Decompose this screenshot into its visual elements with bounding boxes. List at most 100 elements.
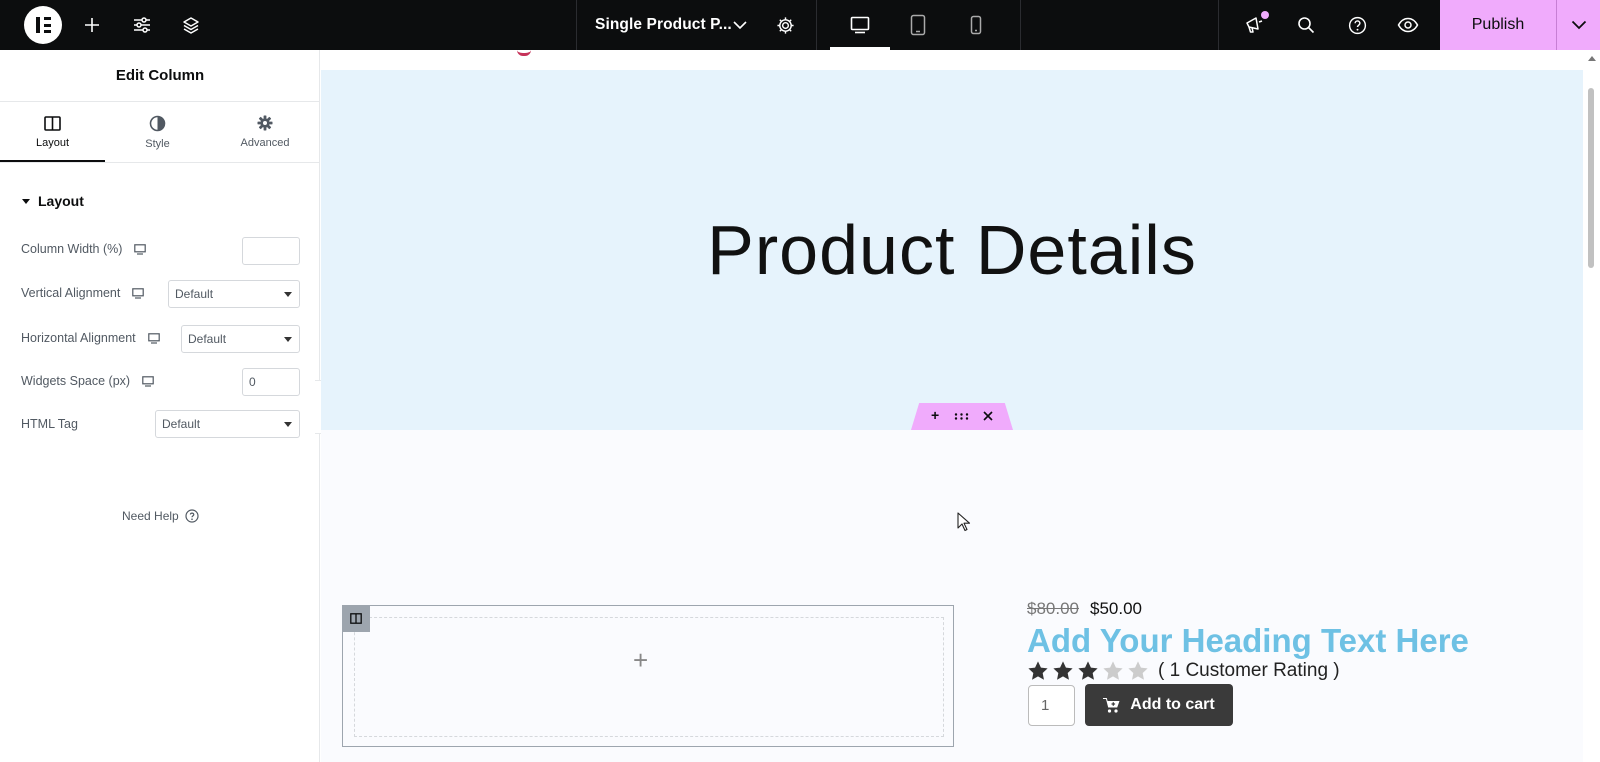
section-layout-toggle[interactable]: Layout — [22, 193, 84, 209]
chevron-down-icon — [1571, 20, 1586, 30]
help-button[interactable] — [1345, 0, 1369, 50]
search-icon — [1298, 17, 1315, 34]
finder-button[interactable] — [1294, 0, 1318, 50]
tablet-view-button[interactable] — [906, 0, 930, 50]
editor-panel: Edit Column Layout Style Advanced Layout… — [0, 50, 320, 762]
page-title[interactable]: Product Details — [321, 210, 1583, 290]
desktop-icon[interactable] — [142, 375, 154, 387]
tab-style[interactable]: Style — [105, 102, 210, 162]
desktop-icon[interactable] — [134, 243, 147, 255]
star-empty-icon — [1103, 661, 1123, 680]
column-handle[interactable] — [342, 605, 370, 632]
html-tag-label: HTML Tag — [21, 417, 78, 431]
preview-canvas[interactable]: Product Details + + $80.00 $50.00 Add Yo… — [321, 50, 1583, 762]
need-help-link[interactable]: Need Help — [122, 509, 199, 523]
add-to-cart-label: Add to cart — [1130, 696, 1215, 713]
tablet-icon — [910, 14, 926, 36]
mobile-view-button[interactable] — [965, 0, 987, 50]
document-title[interactable]: Single Product P... — [595, 0, 732, 50]
divider — [1020, 0, 1021, 50]
columns-icon — [44, 115, 61, 131]
top-bar: Single Product P... Publish — [0, 0, 1600, 50]
column-width-input[interactable] — [242, 237, 300, 265]
widgets-space-label: Widgets Space (px) — [21, 374, 154, 388]
tab-label: Layout — [35, 136, 70, 149]
help-circle-icon — [1348, 16, 1366, 34]
need-help-label: Need Help — [122, 509, 179, 523]
panel-title: Edit Column — [0, 50, 320, 102]
star-rating: ( 1 Customer Rating ) — [1027, 660, 1340, 682]
megaphone-icon — [1246, 17, 1263, 33]
desktop-view-button[interactable] — [847, 0, 873, 50]
widgets-space-input[interactable]: 0 — [242, 368, 300, 396]
star-filled-icon — [1028, 661, 1048, 680]
scroll-up-arrow-icon[interactable] — [1588, 56, 1596, 61]
close-icon[interactable] — [983, 411, 993, 421]
mouse-cursor-icon — [957, 512, 971, 532]
add-section-icon[interactable]: + — [931, 407, 939, 423]
add-widget-icon[interactable]: + — [633, 645, 648, 676]
add-to-cart-button[interactable]: Add to cart — [1085, 684, 1233, 726]
control-label: Vertical Alignment — [21, 286, 121, 300]
html-tag-select[interactable]: Default — [155, 410, 300, 438]
desktop-icon[interactable] — [147, 332, 160, 344]
page-settings-button[interactable] — [773, 0, 797, 50]
product-heading[interactable]: Add Your Heading Text Here — [1027, 622, 1469, 660]
gear-icon — [776, 16, 794, 34]
preview-button[interactable] — [1395, 0, 1421, 50]
add-element-button[interactable] — [80, 0, 104, 50]
regular-price: $80.00 — [1027, 599, 1079, 618]
rating-count[interactable]: ( 1 Customer Rating ) — [1158, 660, 1340, 682]
document-dropdown-button[interactable] — [730, 0, 750, 50]
notification-dot — [1261, 11, 1269, 19]
control-label: Horizontal Alignment — [21, 331, 136, 345]
control-label: HTML Tag — [21, 417, 78, 431]
gear-icon — [257, 115, 273, 131]
chevron-down-icon — [733, 20, 747, 29]
empty-widget-dropzone[interactable] — [354, 617, 944, 737]
select-value: Default — [188, 332, 227, 346]
tab-label: Advanced — [240, 137, 290, 149]
site-settings-button[interactable] — [129, 0, 155, 50]
control-label: Widgets Space (px) — [21, 374, 131, 388]
caret-down-icon — [284, 337, 292, 342]
half-circle-icon — [149, 115, 166, 131]
tab-label: Style — [145, 137, 170, 150]
caret-down-icon — [284, 292, 292, 297]
sale-price: $50.00 — [1090, 599, 1142, 618]
scrollbar-thumb[interactable] — [1588, 88, 1594, 268]
select-value: Default — [175, 287, 214, 301]
divider — [816, 0, 817, 50]
columns-icon — [350, 613, 362, 624]
drag-handle-icon[interactable] — [954, 413, 969, 420]
star-filled-icon — [1053, 661, 1073, 680]
section-handle[interactable]: + — [911, 403, 1013, 430]
desktop-icon — [850, 16, 870, 34]
whats-new-button[interactable] — [1241, 0, 1267, 50]
plus-icon — [85, 18, 99, 32]
canvas-scrollbar[interactable] — [1583, 50, 1600, 762]
hero-section[interactable]: Product Details — [321, 70, 1583, 430]
control-label: Column Width (%) — [21, 242, 123, 256]
vertical-alignment-select[interactable]: Default — [168, 280, 300, 308]
horizontal-alignment-select[interactable]: Default — [181, 325, 300, 353]
tab-advanced[interactable]: Advanced — [210, 102, 320, 162]
quantity-input[interactable]: 1 — [1028, 685, 1075, 726]
structure-button[interactable] — [178, 0, 204, 50]
elementor-logo-icon[interactable] — [24, 6, 62, 44]
select-value: Default — [162, 417, 201, 431]
publish-button[interactable]: Publish — [1440, 0, 1556, 50]
divider — [1218, 0, 1219, 50]
divider — [0, 162, 320, 163]
horizontal-alignment-label: Horizontal Alignment — [21, 331, 160, 345]
cart-icon — [1103, 697, 1120, 713]
page-header-strip — [321, 50, 1583, 70]
publish-options-button[interactable] — [1557, 0, 1600, 50]
column-width-label: Column Width (%) — [21, 242, 147, 256]
tab-layout[interactable]: Layout — [0, 102, 105, 162]
caret-down-icon — [284, 422, 292, 427]
star-filled-icon — [1078, 661, 1098, 680]
desktop-icon[interactable] — [132, 287, 145, 299]
star-empty-icon — [1128, 661, 1148, 680]
caret-down-icon — [22, 198, 30, 204]
